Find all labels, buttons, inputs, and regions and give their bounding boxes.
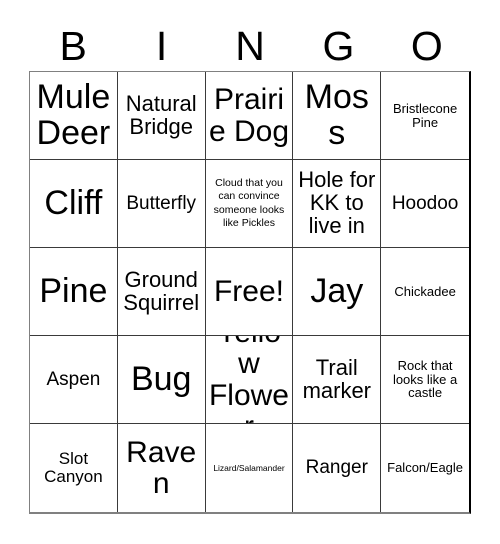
bingo-cell-label: Pine [39,271,108,310]
bingo-free-space[interactable]: Free! [205,248,294,336]
bingo-cell-r5c2[interactable]: Raven [117,424,206,512]
bingo-header-letter-2: I [155,22,168,69]
bingo-cell-label: Moss [304,78,369,152]
bingo-cell-r3c5[interactable]: Chickadee [381,248,469,336]
bingo-cell-label: Trail marker [302,354,372,403]
bingo-cell-r2c5[interactable]: Hoodoo [381,160,469,248]
bingo-cell-r3c4[interactable]: Jay [293,248,382,336]
bingo-cell-r4c4[interactable]: Trail marker [293,336,382,424]
bingo-cell-r3c2[interactable]: Ground Squirrel [117,248,206,336]
bingo-cell-label: Prairie Dog [208,83,290,148]
bingo-cell-label: Falcon/Eagle [387,460,464,476]
bingo-cell-r4c1[interactable]: Aspen [30,336,118,424]
bingo-header-letter-5: O [410,22,443,69]
bingo-header: BINGO [29,22,471,70]
bingo-cell-r2c1[interactable]: Cliff [30,160,118,248]
bingo-header-letter-3: N [235,22,265,69]
bingo-cell-label: Jay [310,271,364,310]
bingo-cell-r5c3[interactable]: Lizard/Salamander [205,424,294,512]
bingo-cell-label: Lizard/Salamander [213,462,285,473]
bingo-cell-label: Cloud that you can convince someone look… [213,177,285,229]
bingo-cell-label: Yellow Flower [208,336,289,423]
bingo-cell-r1c4[interactable]: Moss [293,72,382,160]
bingo-cell-r1c1[interactable]: Mule Deer [30,72,118,160]
bingo-cell-r1c5[interactable]: Bristlecone Pine [381,72,469,160]
bingo-cell-label: Hole for KK to live in [298,167,376,238]
bingo-cell-r3c1[interactable]: Pine [30,248,118,336]
bingo-cell-r1c2[interactable]: Natural Bridge [117,72,206,160]
bingo-cell-label: Cliff [44,183,103,222]
bingo-cell-label: Chickadee [394,283,456,299]
bingo-cell-label: Natural Bridge [125,90,197,139]
bingo-cell-label: Hoodoo [391,192,459,214]
bingo-cell-r4c5[interactable]: Rock that looks like a castle [381,336,469,424]
bingo-cell-label: Bug [130,359,192,398]
bingo-cell-label: Ranger [305,457,368,479]
bingo-cell-r2c4[interactable]: Hole for KK to live in [293,160,382,248]
bingo-header-letter-1: B [59,22,87,69]
bingo-cell-r2c2[interactable]: Butterfly [117,160,206,248]
bingo-cell-label: Mule Deer [36,78,111,152]
bingo-cell-r1c3[interactable]: Prairie Dog [205,72,294,160]
bingo-grid: Mule Deer Natural Bridge Prairie Dog Moss Br… [29,71,471,514]
bingo-cell-label: Raven [126,435,197,500]
bingo-cell-r5c5[interactable]: Falcon/Eagle [381,424,469,512]
bingo-cell-label: Slot Canyon [44,449,103,486]
bingo-cell-label: Free! [213,274,284,308]
bingo-cell-label: Ground Squirrel [123,266,200,315]
bingo-header-letter-4: G [322,22,355,69]
bingo-cell-r5c1[interactable]: Slot Canyon [30,424,118,512]
bingo-card: B I N G O Mule Deer Natural Bridge Prairie Dog… [0,0,500,544]
bingo-cell-r2c3[interactable]: Cloud that you can convince someone look… [205,160,294,248]
bingo-cell-label: Aspen [46,368,101,390]
bingo-cell-label: Rock that looks like a castle [392,358,458,401]
bingo-cell-r4c2[interactable]: Bug [117,336,206,424]
bingo-cell-label: Butterfly [126,192,197,214]
bingo-cell-r5c4[interactable]: Ranger [293,424,382,512]
bingo-cell-r4c3[interactable]: Yellow Flower [205,336,294,424]
bingo-cell-label: Bristlecone Pine [392,100,458,130]
